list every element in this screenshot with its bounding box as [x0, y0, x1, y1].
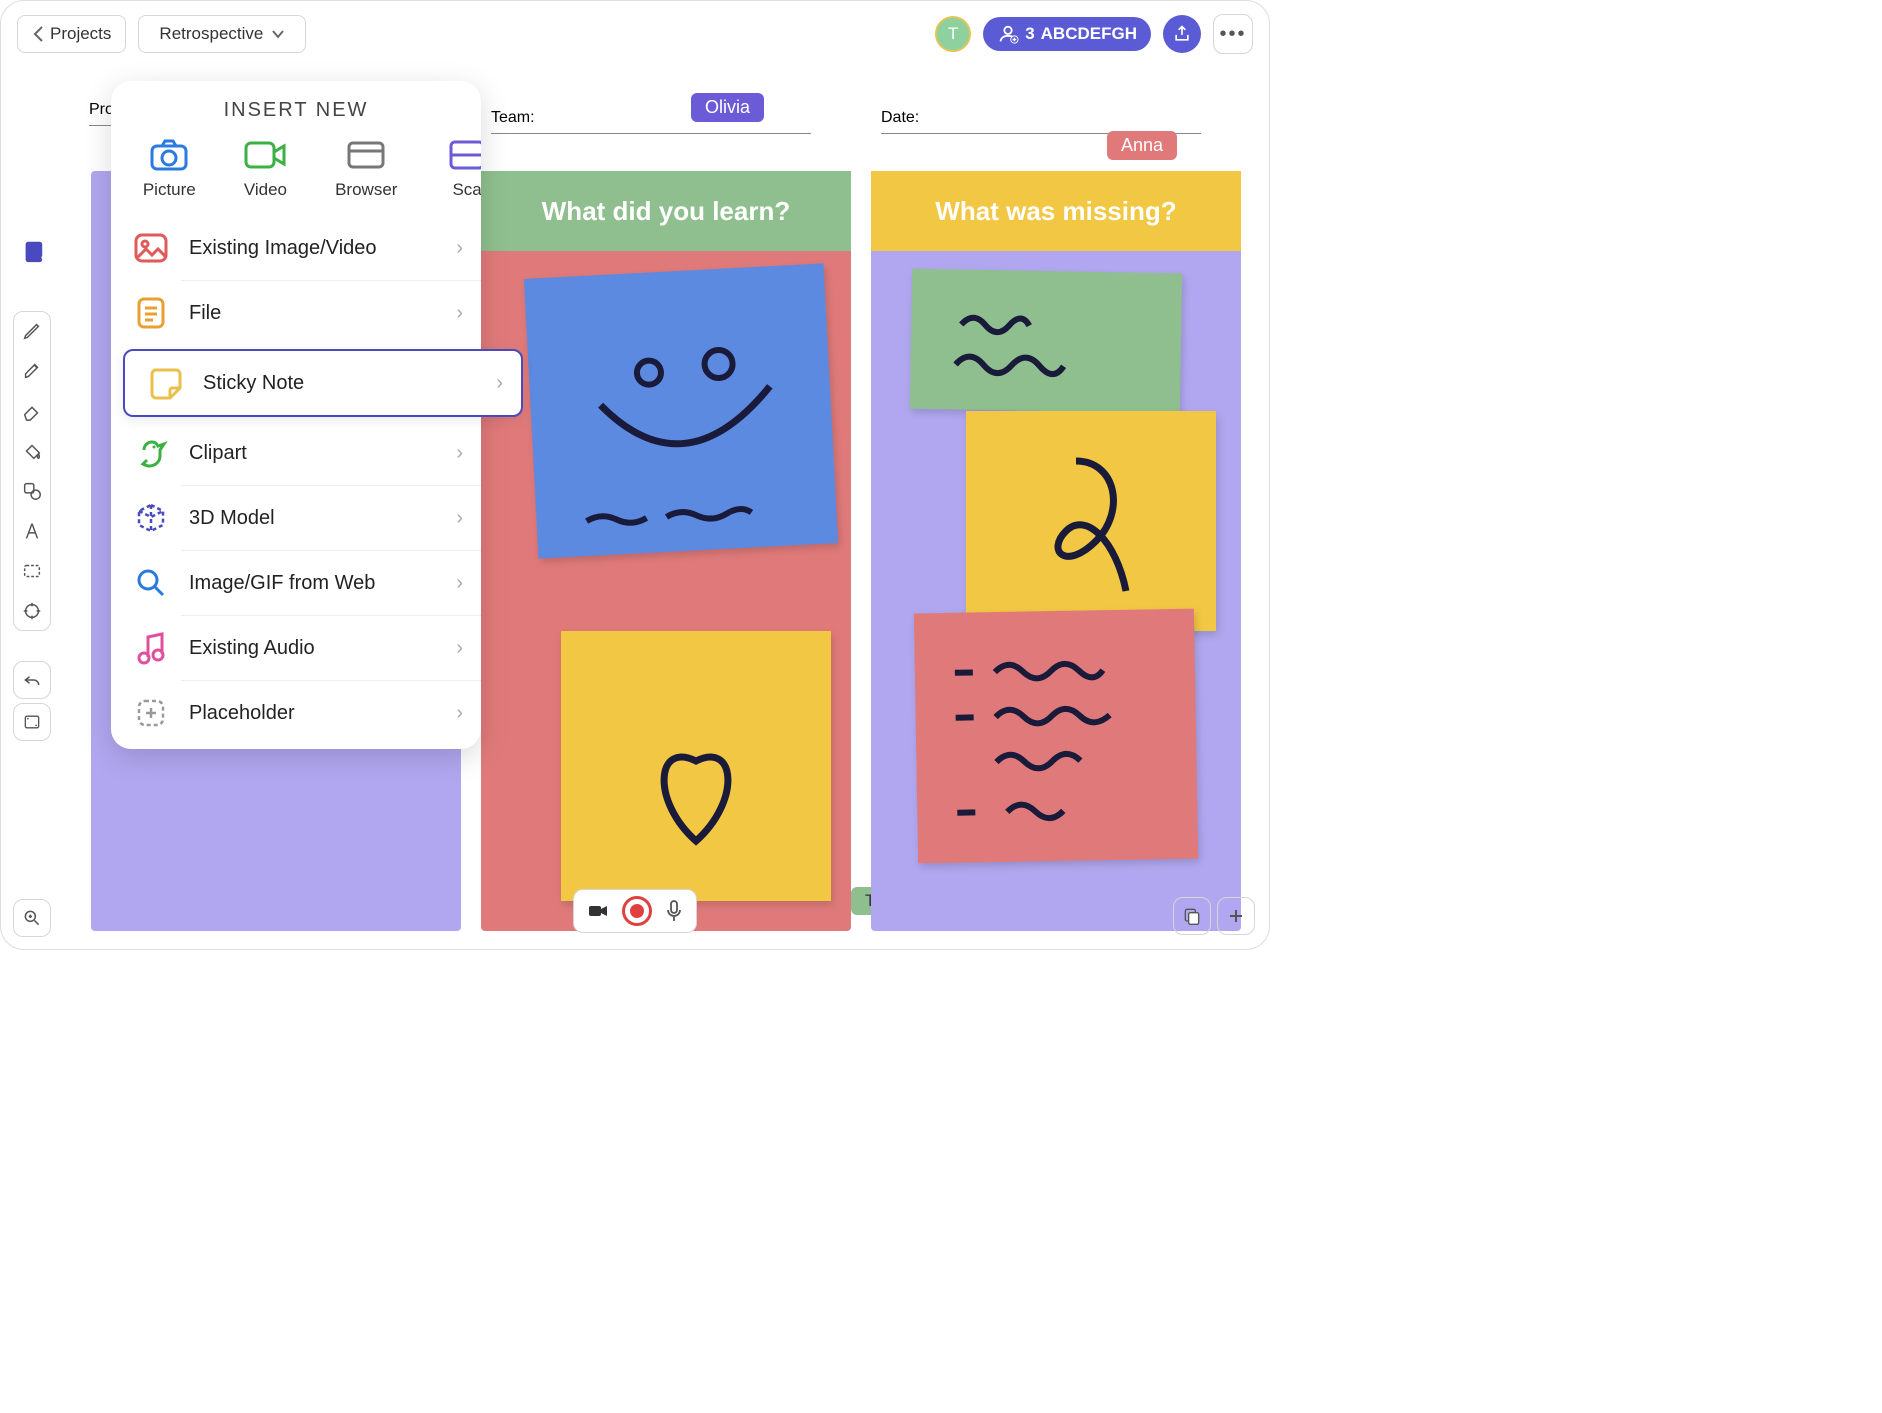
insert-3d-model[interactable]: 3D Model › [111, 486, 481, 550]
document-name-dropdown[interactable]: Retrospective [138, 15, 306, 53]
eraser-tool[interactable] [21, 400, 43, 422]
insert-file[interactable]: File › [111, 281, 481, 345]
sticky-icon [148, 366, 182, 400]
target-tool[interactable] [21, 600, 43, 622]
undo-button[interactable] [13, 661, 51, 699]
shapes-tool[interactable] [21, 480, 43, 502]
back-label: Projects [50, 24, 111, 44]
fill-tool[interactable] [21, 440, 43, 462]
shapes-icon [21, 480, 43, 502]
chevron-right-icon: › [456, 237, 463, 260]
chevron-left-icon [32, 25, 44, 43]
popover-title: INSERT NEW [111, 99, 481, 122]
chevron-right-icon: › [456, 302, 463, 325]
text-tool[interactable] [21, 520, 43, 542]
scribble-icon [910, 269, 1182, 414]
mic-icon [666, 900, 682, 922]
page-icon [22, 712, 42, 732]
insert-web-image[interactable]: Image/GIF from Web › [111, 551, 481, 615]
marquee-icon [21, 560, 43, 582]
video-icon [243, 140, 287, 170]
eraser-icon [21, 400, 43, 422]
scan-icon [447, 138, 481, 172]
insert-sticky-note[interactable]: Sticky Note › [123, 349, 523, 417]
back-button[interactable]: Projects [17, 15, 126, 53]
insert-video[interactable]: Video [243, 138, 287, 200]
tool-rail [13, 311, 51, 631]
column-header: What did you learn? [481, 171, 851, 251]
insert-icon [13, 231, 51, 269]
loop-drawing-icon [966, 411, 1216, 631]
plus-icon [1227, 907, 1245, 925]
add-page[interactable] [1217, 897, 1255, 935]
insert-clipart[interactable]: Clipart › [111, 421, 481, 485]
insert-audio[interactable]: Existing Audio › [111, 616, 481, 680]
chevron-down-icon [271, 29, 285, 39]
target-icon [21, 600, 43, 622]
top-bar: Projects Retrospective T 3 ABCDEFGH ••• [1, 1, 1269, 67]
insert-top-row: Picture Video Browser Sca [111, 138, 481, 200]
select-tool[interactable] [21, 560, 43, 582]
chevron-right-icon: › [456, 702, 463, 725]
pencil-icon [21, 320, 43, 342]
pages-icon [1182, 906, 1202, 926]
chevron-right-icon: › [496, 372, 503, 395]
insert-picture[interactable]: Picture [143, 138, 196, 200]
sticky-note[interactable] [910, 269, 1182, 414]
text-icon [21, 520, 43, 542]
sticky-note[interactable] [524, 263, 838, 558]
zoom-icon [22, 908, 42, 928]
highlighter-tool[interactable] [21, 360, 43, 382]
collaborators-pill[interactable]: 3 ABCDEFGH [983, 17, 1151, 51]
placeholder-icon [135, 697, 167, 729]
insert-button[interactable] [11, 231, 53, 269]
bird-icon [134, 436, 168, 470]
browser-icon [346, 140, 386, 170]
pencil-tool[interactable] [21, 320, 43, 342]
list-scribble-icon [914, 609, 1198, 864]
chevron-right-icon: › [456, 442, 463, 465]
camera-icon [149, 138, 189, 172]
user-avatar[interactable]: T [935, 16, 971, 52]
file-icon [136, 296, 166, 330]
record-toolbar [573, 889, 697, 933]
page-controls [1173, 897, 1255, 935]
insert-browser[interactable]: Browser [335, 138, 397, 200]
search-icon [135, 567, 167, 599]
share-icon [1172, 24, 1192, 44]
sticky-note[interactable] [966, 411, 1216, 631]
sticky-note[interactable] [914, 609, 1198, 864]
insert-existing-media[interactable]: Existing Image/Video › [111, 216, 481, 280]
insert-placeholder[interactable]: Placeholder › [111, 681, 481, 745]
image-icon [134, 233, 168, 263]
chevron-right-icon: › [456, 637, 463, 660]
document-name: Retrospective [159, 24, 263, 44]
heart-drawing-icon [561, 631, 831, 901]
undo-icon [22, 670, 42, 690]
user-cursor-olivia: Olivia [691, 93, 764, 122]
insert-popover: INSERT NEW Picture Video Browser Sca Exi… [111, 81, 481, 749]
smiley-drawing-icon [524, 263, 838, 558]
cube-icon [134, 501, 168, 535]
chevron-right-icon: › [456, 572, 463, 595]
share-button[interactable] [1163, 15, 1201, 53]
insert-scan[interactable]: Sca [445, 138, 481, 200]
zoom-button[interactable] [13, 899, 51, 937]
mic-toggle[interactable] [666, 900, 682, 922]
chevron-right-icon: › [456, 507, 463, 530]
more-button[interactable]: ••• [1213, 14, 1253, 54]
camera-small-icon [588, 903, 608, 919]
sticky-note[interactable] [561, 631, 831, 901]
person-add-icon [997, 23, 1019, 45]
page-view-button[interactable] [13, 703, 51, 741]
camera-toggle[interactable] [588, 903, 608, 919]
paint-bucket-icon [21, 440, 43, 462]
page-thumbnails[interactable] [1173, 897, 1211, 935]
insert-list: Existing Image/Video › File › Sticky Not… [111, 216, 481, 745]
column-header: What was missing? [871, 171, 1241, 251]
user-cursor-anna: Anna [1107, 131, 1177, 160]
record-button[interactable] [622, 896, 652, 926]
highlighter-icon [21, 360, 43, 382]
audio-icon [136, 631, 166, 665]
